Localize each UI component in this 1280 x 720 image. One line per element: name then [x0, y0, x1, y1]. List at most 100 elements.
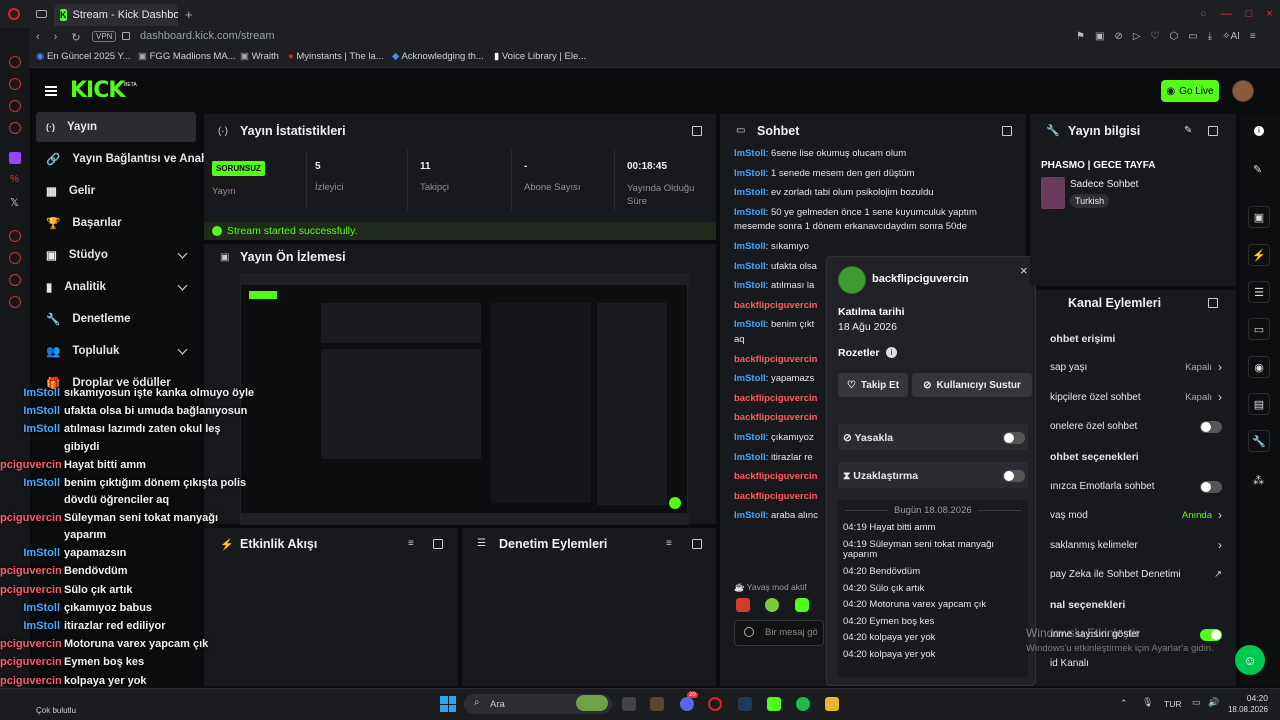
filter-icon[interactable]: ≡: [666, 538, 672, 549]
channel-action-toggle[interactable]: [1200, 480, 1222, 493]
mic-icon[interactable]: 🎙: [1142, 697, 1153, 708]
channel-action-row[interactable]: ınızca Emotlarla sohbet: [1050, 480, 1230, 493]
wrench-widget-icon[interactable]: 🔧: [1248, 430, 1270, 452]
sidebar-bulb-icon[interactable]: [9, 274, 21, 286]
user-avatar[interactable]: [1232, 80, 1254, 102]
steam-icon[interactable]: [738, 697, 752, 711]
back-icon[interactable]: ‹: [36, 31, 40, 44]
filter-icon[interactable]: ≡: [408, 538, 414, 549]
chat-username[interactable]: backflipciguvercin: [734, 300, 817, 311]
bookmark-icon[interactable]: ⚑: [1076, 31, 1085, 42]
sidebar-instagram-icon[interactable]: [9, 122, 21, 134]
clock-date[interactable]: 18.08.2026: [1226, 705, 1268, 714]
ai-icon[interactable]: ✧AI: [1222, 31, 1240, 42]
maximize-icon[interactable]: □: [1246, 8, 1253, 20]
forward-icon[interactable]: ›: [54, 31, 58, 44]
channel-action-row[interactable]: onelere özel sohbet: [1050, 421, 1230, 433]
folder-icon[interactable]: [825, 697, 839, 711]
bookmark-2[interactable]: ▣ FGG Madlions MA...: [138, 51, 236, 62]
edit-icon[interactable]: ✎: [1184, 125, 1192, 136]
channel-action-row[interactable]: kipçilere özel sohbet Kapalı ›: [1050, 390, 1230, 404]
discord-icon[interactable]: [680, 697, 694, 711]
vpn-badge[interactable]: VPN: [92, 31, 117, 42]
kick-taskbar-icon[interactable]: [767, 697, 781, 711]
chat-username[interactable]: ImStoll: [734, 432, 766, 443]
sidebar-percent-icon[interactable]: %: [10, 174, 19, 185]
play-icon[interactable]: ▷: [1133, 31, 1141, 42]
nav-item-achievements[interactable]: 🏆 Başarılar: [36, 208, 196, 238]
chat-username[interactable]: backflipciguvercin: [734, 471, 817, 482]
chat-username[interactable]: backflipciguvercin: [734, 354, 817, 365]
sidebar-settings-icon[interactable]: [9, 296, 21, 308]
chat-username[interactable]: ImStoll: [734, 148, 766, 159]
support-chat-icon[interactable]: ☺: [1235, 645, 1265, 675]
block-icon[interactable]: ⊘: [1114, 31, 1122, 42]
nav-item-stream-key[interactable]: 🔗Yayın Bağlantısı ve Anahtarı: [36, 144, 204, 174]
network-icon[interactable]: ▭: [1192, 697, 1201, 708]
opera-taskbar-icon[interactable]: [708, 697, 722, 711]
tab-strip-icon[interactable]: [36, 10, 47, 18]
lightning-widget-icon[interactable]: ⚡: [1248, 244, 1270, 266]
emote-icon[interactable]: [795, 598, 809, 612]
chat-username[interactable]: ImStoll: [734, 319, 766, 330]
nav-item-revenue[interactable]: ▦ Gelir: [36, 176, 196, 206]
close-window-icon[interactable]: ×: [1266, 8, 1272, 20]
go-live-button[interactable]: ◉ Go Live: [1161, 80, 1219, 102]
tray-chevron-icon[interactable]: ⌃: [1120, 698, 1128, 709]
reload-icon[interactable]: ↻: [71, 31, 80, 44]
channel-action-row[interactable]: saklanmış kelimeler ›: [1050, 538, 1230, 552]
chat-username[interactable]: ImStoll: [734, 241, 766, 252]
minimize-icon[interactable]: —: [1221, 8, 1232, 20]
chat-username[interactable]: ImStoll: [734, 187, 766, 198]
more-icon[interactable]: ⁂: [1253, 474, 1264, 487]
chat-username[interactable]: backflipciguvercin: [734, 412, 817, 423]
list-widget-icon[interactable]: ☰: [1248, 281, 1270, 303]
chat-username[interactable]: ImStoll: [734, 207, 766, 218]
mute-user-button[interactable]: ⊘ Kullanıcıyı Sustur: [912, 373, 1032, 397]
info-icon[interactable]: i: [886, 347, 897, 358]
sidebar-x-icon[interactable]: 𝕏: [10, 196, 19, 209]
stream-preview-video[interactable]: [240, 274, 689, 525]
volume-icon[interactable]: 🔊: [1208, 697, 1219, 708]
chat-widget-icon[interactable]: ▭: [1248, 318, 1270, 340]
popout-icon[interactable]: [1002, 126, 1012, 136]
channel-action-row[interactable]: vaş mod Anında ›: [1050, 508, 1230, 522]
url-field[interactable]: dashboard.kick.com/stream: [140, 30, 275, 42]
chat-username[interactable]: backflipciguvercin: [734, 393, 817, 404]
sidebar-whatsapp-icon[interactable]: [9, 100, 21, 112]
hamburger-icon[interactable]: [45, 86, 57, 96]
emoji-icon[interactable]: [744, 627, 754, 637]
nav-item-analytics[interactable]: ▮ Analitik: [36, 272, 196, 302]
download-icon[interactable]: ⤓: [1208, 31, 1212, 42]
chat-username[interactable]: ImStoll: [734, 261, 766, 272]
extensions-icon[interactable]: ⬡: [1169, 31, 1178, 42]
taskview-icon[interactable]: [622, 697, 636, 711]
broadcast-widget-icon[interactable]: ◉: [1248, 356, 1270, 378]
channel-action-toggle[interactable]: [1200, 628, 1222, 641]
nav-item-community[interactable]: 👥 Topluluk: [36, 336, 196, 366]
emote-icon[interactable]: [736, 598, 750, 612]
timeout-toggle[interactable]: [1003, 470, 1025, 482]
chat-username[interactable]: backflipciguvercin: [734, 491, 817, 502]
edit-icon[interactable]: ✎: [1253, 163, 1262, 176]
new-tab-icon[interactable]: +: [185, 7, 193, 22]
popout-icon[interactable]: [1208, 126, 1218, 136]
snapshot-icon[interactable]: ▣: [1095, 31, 1104, 42]
chat-username[interactable]: ImStoll: [734, 373, 766, 384]
sidebar-twitch-icon[interactable]: [9, 152, 21, 164]
spotify-icon[interactable]: [796, 697, 810, 711]
follow-button[interactable]: ♡ Takip Et: [838, 373, 908, 397]
start-icon[interactable]: [440, 696, 456, 712]
nav-item-moderation[interactable]: 🔧 Denetleme: [36, 304, 196, 334]
chat-username[interactable]: ImStoll: [734, 168, 766, 179]
app-icon[interactable]: [650, 697, 664, 711]
bookmark-3[interactable]: ▣ Wraith: [240, 51, 279, 62]
search-tabs-icon[interactable]: ○: [1200, 8, 1207, 20]
bookmark-1[interactable]: ◉ En Güncel 2025 Y...: [36, 51, 131, 62]
popout-icon[interactable]: [433, 539, 443, 549]
popout-icon[interactable]: [692, 126, 702, 136]
chat-username[interactable]: ImStoll: [734, 280, 766, 291]
category-name[interactable]: Sadece Sohbet: [1070, 179, 1138, 190]
sidebar-ai-icon[interactable]: [9, 56, 21, 68]
sidebar-history-icon[interactable]: [9, 252, 21, 264]
